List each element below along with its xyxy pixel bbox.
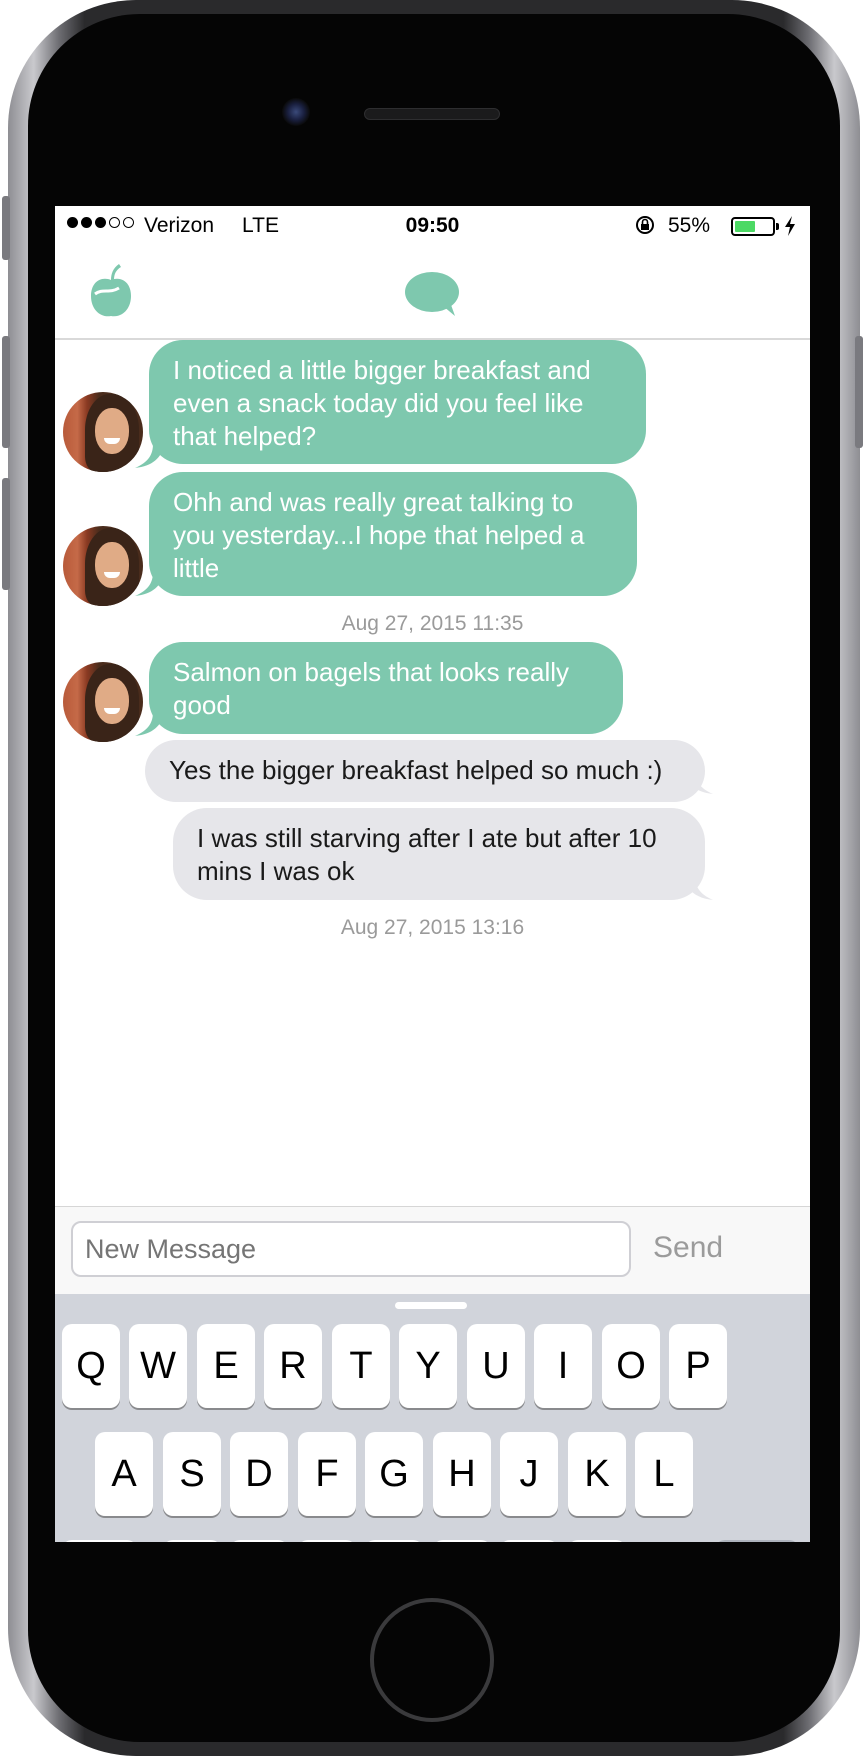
message-thread: I noticed a little bigger breakfast and … xyxy=(55,340,810,1206)
key-n[interactable]: N xyxy=(500,1540,558,1542)
delete-key[interactable] xyxy=(715,1540,799,1542)
message-timestamp: Aug 27, 2015 11:35 xyxy=(341,612,524,635)
coach-avatar xyxy=(63,526,143,606)
earpiece-speaker xyxy=(364,108,500,120)
screen: Verizon LTE 09:50 55% I noticed a little… xyxy=(55,206,810,1542)
key-x[interactable]: X xyxy=(230,1540,288,1542)
front-camera xyxy=(282,98,310,126)
key-a[interactable]: A xyxy=(95,1432,153,1516)
key-v[interactable]: V xyxy=(365,1540,423,1542)
key-k[interactable]: K xyxy=(568,1432,626,1516)
key-z[interactable]: Z xyxy=(163,1540,221,1542)
key-u[interactable]: U xyxy=(467,1324,525,1408)
charging-bolt-icon xyxy=(785,216,795,236)
mute-switch xyxy=(2,196,10,260)
key-h[interactable]: H xyxy=(433,1432,491,1516)
power-button xyxy=(855,336,863,448)
shift-key[interactable] xyxy=(62,1540,137,1542)
status-bar: Verizon LTE 09:50 55% xyxy=(55,206,810,246)
key-p[interactable]: P xyxy=(669,1324,727,1408)
key-b[interactable]: B xyxy=(433,1540,491,1542)
incoming-message: I noticed a little bigger breakfast and … xyxy=(149,340,646,464)
key-r[interactable]: R xyxy=(264,1324,322,1408)
battery-tip xyxy=(776,223,779,230)
key-j[interactable]: J xyxy=(500,1432,558,1516)
send-button[interactable]: Send xyxy=(653,1231,723,1265)
key-f[interactable]: F xyxy=(298,1432,356,1516)
key-s[interactable]: S xyxy=(163,1432,221,1516)
outgoing-message: I was still starving after I ate but aft… xyxy=(173,808,705,900)
volume-up-button xyxy=(2,336,10,448)
home-button[interactable] xyxy=(370,1598,494,1722)
key-t[interactable]: T xyxy=(332,1324,390,1408)
key-l[interactable]: L xyxy=(635,1432,693,1516)
key-q[interactable]: Q xyxy=(62,1324,120,1408)
key-d[interactable]: D xyxy=(230,1432,288,1516)
outgoing-message: Yes the bigger breakfast helped so much … xyxy=(145,740,705,802)
battery-icon xyxy=(731,217,775,236)
key-m[interactable]: M xyxy=(568,1540,626,1542)
battery-level-fill xyxy=(735,221,755,232)
coach-avatar xyxy=(63,392,143,472)
key-w[interactable]: W xyxy=(129,1324,187,1408)
key-y[interactable]: Y xyxy=(399,1324,457,1408)
key-o[interactable]: O xyxy=(602,1324,660,1408)
key-e[interactable]: E xyxy=(197,1324,255,1408)
message-composer: Send xyxy=(55,1206,810,1294)
chat-bubble-icon[interactable] xyxy=(403,270,461,318)
app-header xyxy=(55,246,810,340)
battery-percent: 55% xyxy=(668,214,711,237)
keyboard-handle[interactable] xyxy=(395,1302,467,1309)
keyboard: Q W E R T Y U I O P A S D F G H J K L Z … xyxy=(55,1294,810,1542)
incoming-message: Salmon on bagels that looks really good xyxy=(149,642,623,734)
coach-avatar xyxy=(63,662,143,742)
key-i[interactable]: I xyxy=(534,1324,592,1408)
volume-down-button xyxy=(2,478,10,590)
apple-logo-icon[interactable] xyxy=(89,264,133,320)
incoming-message: Ohh and was really great talking to you … xyxy=(149,472,637,596)
key-c[interactable]: C xyxy=(298,1540,356,1542)
key-g[interactable]: G xyxy=(365,1432,423,1516)
message-timestamp: Aug 27, 2015 13:16 xyxy=(340,916,525,939)
rotation-lock-icon xyxy=(636,216,654,234)
new-message-input[interactable] xyxy=(71,1221,631,1277)
